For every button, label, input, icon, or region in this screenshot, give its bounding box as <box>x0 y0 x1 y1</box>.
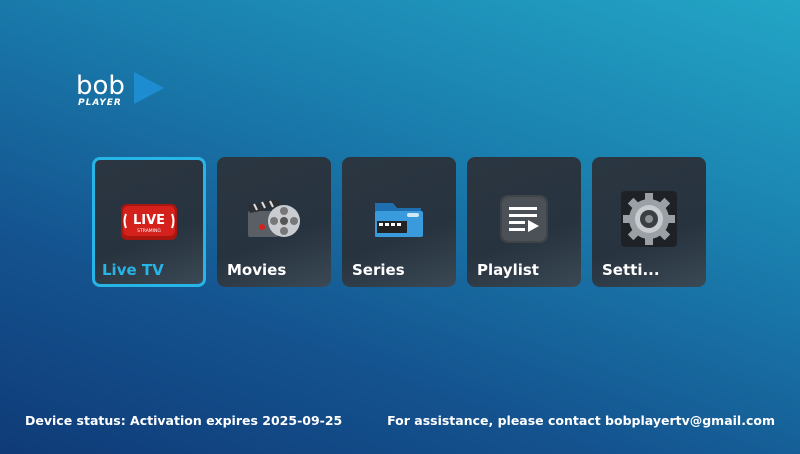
main-menu: LIVE STRAMING Live TV Movies Series Play… <box>92 157 712 289</box>
live-badge-text: LIVE <box>133 213 165 228</box>
bob-player-logo: bob PLAYER <box>76 70 166 110</box>
film-reel-icon <box>242 191 306 247</box>
playlist-icon <box>492 191 556 247</box>
device-status: Device status: Activation expires 2025-0… <box>25 413 343 428</box>
logo-subtext: PLAYER <box>78 98 122 108</box>
logo-text: bob <box>76 71 125 101</box>
live-badge-subtext: STRAMING <box>137 228 161 234</box>
assistance-contact: For assistance, please contact bobplayer… <box>387 413 775 428</box>
menu-tile-live-tv[interactable]: LIVE STRAMING Live TV <box>92 157 206 287</box>
live-streaming-icon: LIVE STRAMING <box>117 194 181 250</box>
menu-tile-settings[interactable]: Setti... <box>592 157 706 287</box>
menu-tile-label: Playlist <box>477 261 539 279</box>
menu-tile-label: Setti... <box>602 261 660 279</box>
menu-tile-label: Series <box>352 261 405 279</box>
menu-tile-label: Movies <box>227 261 287 279</box>
menu-tile-playlist[interactable]: Playlist <box>467 157 581 287</box>
menu-tile-series[interactable]: Series <box>342 157 456 287</box>
menu-tile-label: Live TV <box>102 261 164 279</box>
folder-film-icon <box>367 191 431 247</box>
menu-tile-movies[interactable]: Movies <box>217 157 331 287</box>
gear-icon <box>617 191 681 247</box>
